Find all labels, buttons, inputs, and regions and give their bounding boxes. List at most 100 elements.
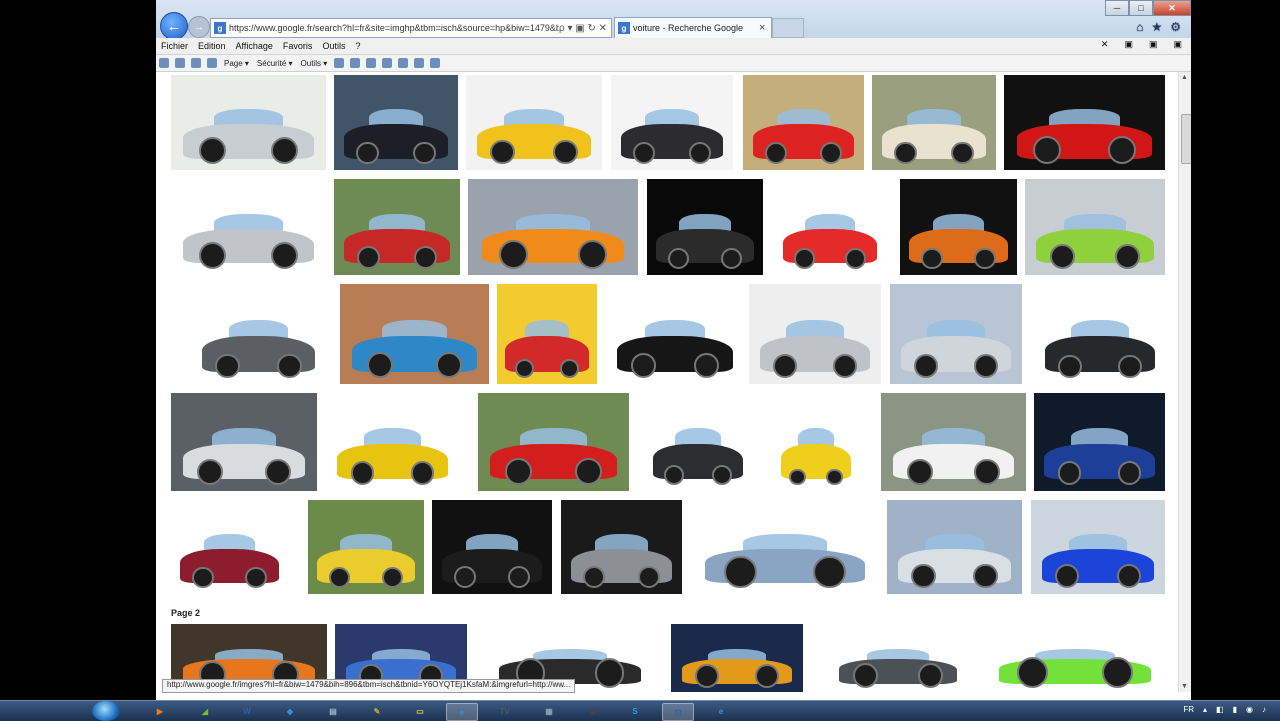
ie2-icon[interactable]: e: [706, 703, 736, 719]
help-icon[interactable]: [334, 58, 345, 68]
vertical-scrollbar[interactable]: ▲ ▼: [1178, 72, 1191, 692]
menu-favoris[interactable]: Favoris: [278, 41, 318, 51]
minimize-button[interactable]: ─: [1105, 0, 1129, 16]
onenote-icon[interactable]: [382, 58, 393, 68]
capture-tool-icon[interactable]: [398, 58, 409, 68]
cmd-outils[interactable]: Outils ▾: [297, 59, 332, 68]
image-result-thumbnail[interactable]: [171, 179, 326, 275]
image-result-thumbnail[interactable]: [171, 393, 317, 491]
star-icon[interactable]: ★: [1151, 20, 1162, 34]
forward-button[interactable]: →: [188, 16, 210, 38]
skype-icon[interactable]: S: [620, 703, 650, 719]
image-result-thumbnail[interactable]: [890, 284, 1022, 384]
tray-network-icon[interactable]: ▮: [1233, 705, 1237, 714]
image-result-thumbnail[interactable]: [1034, 393, 1165, 491]
image-result-thumbnail[interactable]: [466, 75, 602, 170]
close-bar-icon[interactable]: ✕: [1096, 39, 1114, 50]
image-result-thumbnail[interactable]: [308, 500, 424, 594]
cmd-securite[interactable]: Sécurité ▾: [253, 59, 297, 68]
menu-outils[interactable]: Outils: [317, 41, 350, 51]
gear-icon[interactable]: ⚙: [1170, 20, 1181, 34]
image-result-thumbnail[interactable]: [828, 624, 968, 692]
tray-status-icon[interactable]: ◉: [1246, 705, 1253, 714]
capture-icon[interactable]: ⊡: [662, 703, 694, 721]
new-tab-button[interactable]: [772, 18, 804, 38]
image-result-thumbnail[interactable]: [171, 500, 288, 594]
files-icon[interactable]: ▦: [534, 703, 564, 719]
tray-arrow-icon[interactable]: ▴: [1203, 705, 1207, 714]
image-result-thumbnail[interactable]: [334, 75, 458, 170]
start-button[interactable]: [92, 701, 120, 721]
menu-help[interactable]: ?: [350, 41, 365, 51]
scroll-down-icon[interactable]: ▼: [1181, 683, 1188, 690]
menu-affichage[interactable]: Affichage: [231, 41, 278, 51]
image-result-thumbnail[interactable]: [645, 393, 751, 491]
media-player-icon[interactable]: ▶: [145, 703, 175, 719]
image-result-thumbnail[interactable]: [690, 500, 880, 594]
app-icon[interactable]: ◢: [190, 703, 220, 719]
image-result-thumbnail[interactable]: [671, 624, 803, 692]
menu-fichier[interactable]: Fichier: [156, 41, 193, 51]
image-result-thumbnail[interactable]: [1004, 75, 1165, 170]
address-url[interactable]: https://www.google.fr/search?hl=fr&site=…: [229, 23, 559, 33]
image-result-thumbnail[interactable]: [872, 75, 996, 170]
dvd-icon[interactable]: ◉: [578, 703, 608, 719]
capture-tool2-icon[interactable]: [414, 58, 425, 68]
image-result-thumbnail[interactable]: [647, 179, 763, 275]
capture-tool3-icon[interactable]: [430, 58, 441, 68]
image-result-thumbnail[interactable]: [985, 624, 1165, 692]
app2-icon[interactable]: ◆: [275, 703, 305, 719]
image-result-thumbnail[interactable]: [327, 393, 458, 491]
cmd-page[interactable]: Page ▾: [220, 59, 253, 68]
image-result-thumbnail[interactable]: [561, 500, 682, 594]
language-indicator[interactable]: FR: [1183, 705, 1194, 714]
image-result-thumbnail[interactable]: [1031, 500, 1165, 594]
feeds-icon[interactable]: [175, 58, 185, 68]
image-result-thumbnail[interactable]: [611, 75, 733, 170]
address-controls[interactable]: ρ ▾ ▣ ↻ ✕: [559, 23, 611, 34]
image-result-thumbnail[interactable]: [340, 284, 489, 384]
doc-icon[interactable]: ▤: [318, 703, 348, 719]
research-icon[interactable]: [350, 58, 361, 68]
paint-icon[interactable]: ✎: [362, 703, 392, 719]
tab-close-icon[interactable]: ×: [759, 22, 771, 34]
image-result-thumbnail[interactable]: [1025, 179, 1165, 275]
image-result-thumbnail[interactable]: [478, 393, 629, 491]
home-icon[interactable]: ⌂: [1136, 20, 1143, 34]
ie-icon[interactable]: e: [446, 703, 478, 721]
mail-icon[interactable]: [191, 58, 201, 68]
folder-icon[interactable]: ▭: [405, 703, 435, 719]
back-button[interactable]: ←: [160, 12, 188, 40]
image-result-thumbnail[interactable]: [191, 284, 326, 384]
tab-voiture[interactable]: g voiture - Recherche Google ×: [614, 17, 772, 38]
image-result-thumbnail[interactable]: [900, 179, 1017, 275]
image-result-thumbnail[interactable]: [171, 75, 326, 170]
home-cmd-icon[interactable]: [159, 58, 169, 68]
image-result-thumbnail[interactable]: [497, 284, 597, 384]
word-icon[interactable]: W: [232, 703, 262, 719]
image-result-thumbnail[interactable]: [432, 500, 552, 594]
tray-volume-icon[interactable]: ♪: [1262, 705, 1266, 714]
image-result-thumbnail[interactable]: [743, 75, 864, 170]
scroll-up-icon[interactable]: ▲: [1181, 74, 1188, 81]
image-result-thumbnail[interactable]: [468, 179, 638, 275]
maximize-button[interactable]: □: [1129, 0, 1153, 16]
address-bar[interactable]: g https://www.google.fr/search?hl=fr&sit…: [210, 18, 612, 38]
image-result-thumbnail[interactable]: [881, 393, 1026, 491]
tv-icon[interactable]: TV: [490, 703, 520, 719]
image-result-thumbnail[interactable]: [334, 179, 460, 275]
print-icon[interactable]: [207, 58, 217, 68]
addon2-icon[interactable]: ▣: [1144, 39, 1163, 50]
image-result-thumbnail[interactable]: [606, 284, 744, 384]
translate-icon[interactable]: [366, 58, 377, 68]
addon3-icon[interactable]: ▣: [1168, 39, 1187, 50]
image-result-thumbnail[interactable]: [749, 284, 881, 384]
tray-app-icon[interactable]: ◧: [1216, 705, 1224, 714]
close-window-button[interactable]: ✕: [1153, 0, 1191, 16]
menu-edition[interactable]: Edition: [193, 41, 231, 51]
image-result-thumbnail[interactable]: [1035, 284, 1165, 384]
scrollbar-thumb[interactable]: [1181, 114, 1191, 164]
image-result-thumbnail[interactable]: [887, 500, 1022, 594]
image-result-thumbnail[interactable]: [774, 179, 886, 275]
addon-icon[interactable]: ▣: [1119, 39, 1138, 50]
